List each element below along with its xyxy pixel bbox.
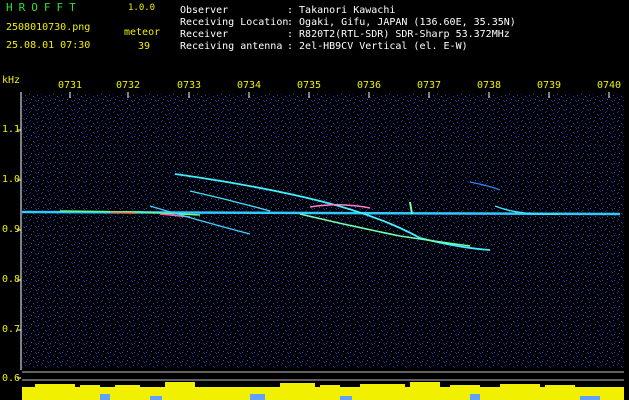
info-value-observer: : Takanori Kawachi bbox=[287, 5, 396, 16]
carrier-hot-spot bbox=[109, 211, 136, 214]
power-level-bar bbox=[22, 382, 624, 400]
info-value-receiver: : R820T2(RTL-SDR) SDR-Sharp 53.372MHz bbox=[287, 29, 510, 40]
info-value-location: : Ogaki, Gifu, JAPAN (136.60E, 35.35N) bbox=[287, 17, 516, 28]
y-tick-label-0.6: 0.6 bbox=[2, 373, 21, 384]
file-name: 2508010730.png bbox=[6, 22, 91, 33]
spectrogram bbox=[17, 92, 624, 400]
info-value-antenna: : 2el-HB9CV Vertical (el. E-W) bbox=[287, 41, 468, 52]
y-tick-label-1.0: 1.0 bbox=[2, 174, 21, 185]
noise-field bbox=[22, 94, 624, 368]
y-tick-label-0.8: 0.8 bbox=[2, 274, 21, 285]
info-label-antenna: Receiving antenna bbox=[180, 41, 283, 52]
meteor-label: meteor bbox=[124, 27, 161, 38]
info-label-location: Receiving Location bbox=[180, 17, 289, 28]
app-title: HROFFT bbox=[6, 1, 82, 14]
y-tick-label-0.7: 0.7 bbox=[2, 324, 21, 335]
y-tick-label-0.9: 0.9 bbox=[2, 224, 21, 235]
header-panel: HROFFT 1.0.0 2508010730.png 25.08.01 07:… bbox=[0, 0, 629, 76]
y-tick-label-1.1: 1.1 bbox=[2, 124, 21, 135]
date-time: 25.08.01 07:30 bbox=[6, 40, 91, 51]
meteor-count: 39 bbox=[138, 41, 151, 52]
app-version: 1.0.0 bbox=[128, 3, 156, 13]
y-tick-marks bbox=[17, 129, 21, 379]
info-label-observer: Observer bbox=[180, 5, 229, 16]
info-label-receiver: Receiver bbox=[180, 29, 229, 40]
